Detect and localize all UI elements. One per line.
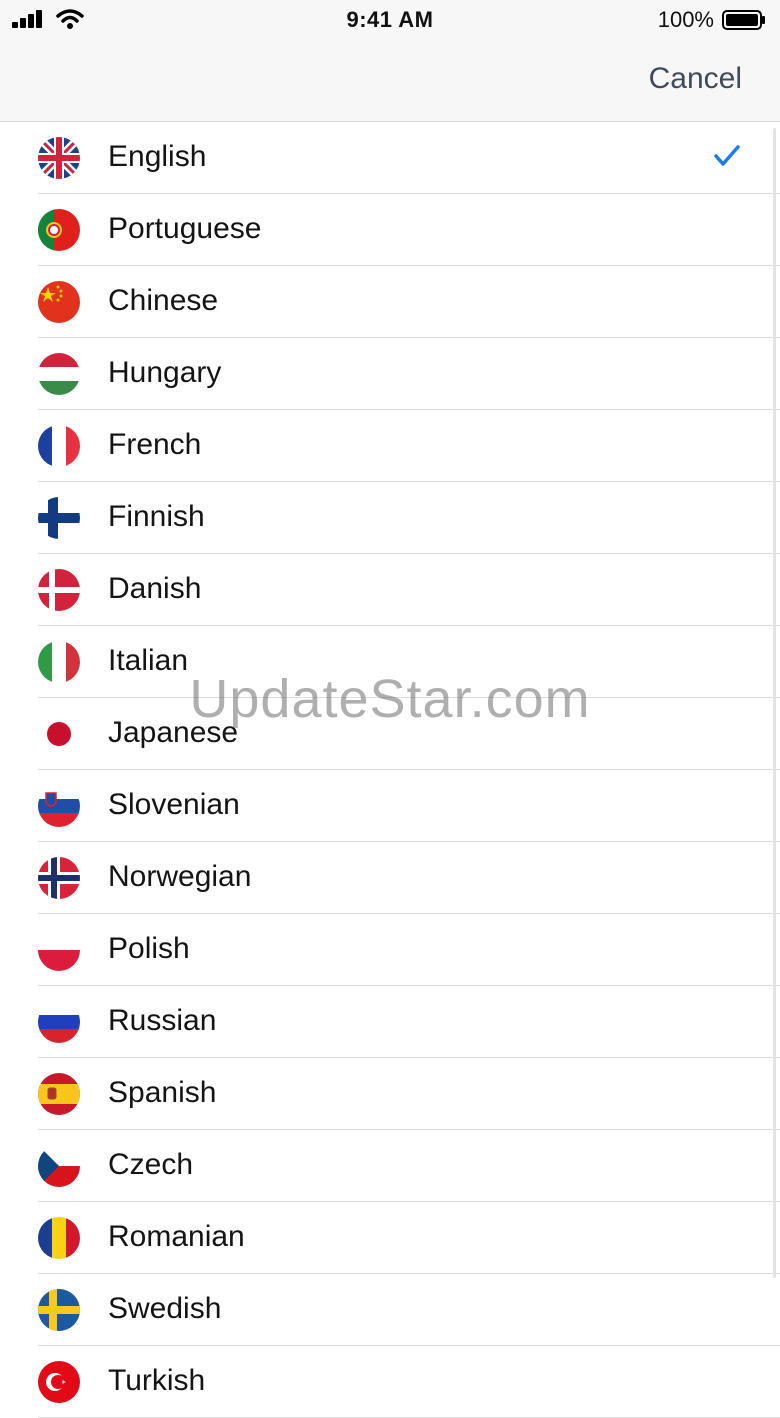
language-row-portuguese[interactable]: Portuguese [0, 194, 780, 266]
language-row-chinese[interactable]: Chinese [0, 266, 780, 338]
language-label: Czech [108, 1148, 194, 1181]
uk-flag-icon [38, 137, 80, 179]
language-row-finnish[interactable]: Finnish [0, 482, 780, 554]
language-row-french[interactable]: French [0, 410, 780, 482]
language-label: Norwegian [108, 860, 252, 893]
language-label: Polish [108, 932, 190, 965]
checkmark-icon [714, 144, 740, 168]
finland-flag-icon [38, 497, 80, 539]
cancel-button[interactable]: Cancel [649, 62, 742, 96]
language-row-swedish[interactable]: Swedish [0, 1274, 780, 1346]
language-label: Hungary [108, 356, 222, 389]
language-row-czech[interactable]: Czech [0, 1130, 780, 1202]
language-row-turkish[interactable]: Turkish [0, 1346, 780, 1418]
language-label: Romanian [108, 1220, 245, 1253]
language-label: Russian [108, 1004, 217, 1037]
language-label: Finnish [108, 500, 205, 533]
slovenia-flag-icon [38, 785, 80, 827]
status-bar: 9:41 AM 100% [0, 0, 780, 40]
watermark: UpdateStar.com [189, 669, 591, 729]
hungary-flag-icon [38, 353, 80, 395]
poland-flag-icon [38, 929, 80, 971]
language-label: Spanish [108, 1076, 217, 1109]
russia-flag-icon [38, 1001, 80, 1043]
czech-flag-icon [38, 1145, 80, 1187]
portugal-flag-icon [38, 209, 80, 251]
china-flag-icon [38, 281, 80, 323]
language-row-hungary[interactable]: Hungary [0, 338, 780, 410]
language-row-spanish[interactable]: Spanish [0, 1058, 780, 1130]
france-flag-icon [38, 425, 80, 467]
language-label: Danish [108, 572, 202, 605]
language-row-english[interactable]: English [0, 122, 780, 194]
language-label: French [108, 428, 202, 461]
battery-percent: 100% [657, 7, 714, 32]
language-row-slovenian[interactable]: Slovenian [0, 770, 780, 842]
language-label: Portuguese [108, 212, 262, 245]
language-label: Slovenian [108, 788, 240, 821]
language-label: Turkish [108, 1364, 206, 1397]
nav-bar: Cancel [0, 40, 780, 122]
language-row-danish[interactable]: Danish [0, 554, 780, 626]
sweden-flag-icon [38, 1289, 80, 1331]
language-label: Swedish [108, 1292, 222, 1325]
language-list: English Portuguese Chinese Hungary Frenc… [0, 122, 780, 1418]
language-row-polish[interactable]: Polish [0, 914, 780, 986]
denmark-flag-icon [38, 569, 80, 611]
norway-flag-icon [38, 857, 80, 899]
language-label: English [108, 140, 207, 173]
spain-flag-icon [38, 1073, 80, 1115]
battery-full-icon [722, 10, 766, 30]
romania-flag-icon [38, 1217, 80, 1259]
language-label: Chinese [108, 284, 219, 317]
language-row-russian[interactable]: Russian [0, 986, 780, 1058]
turkey-flag-icon [38, 1361, 80, 1403]
language-row-norwegian[interactable]: Norwegian [0, 842, 780, 914]
language-row-romanian[interactable]: Romanian [0, 1202, 780, 1274]
